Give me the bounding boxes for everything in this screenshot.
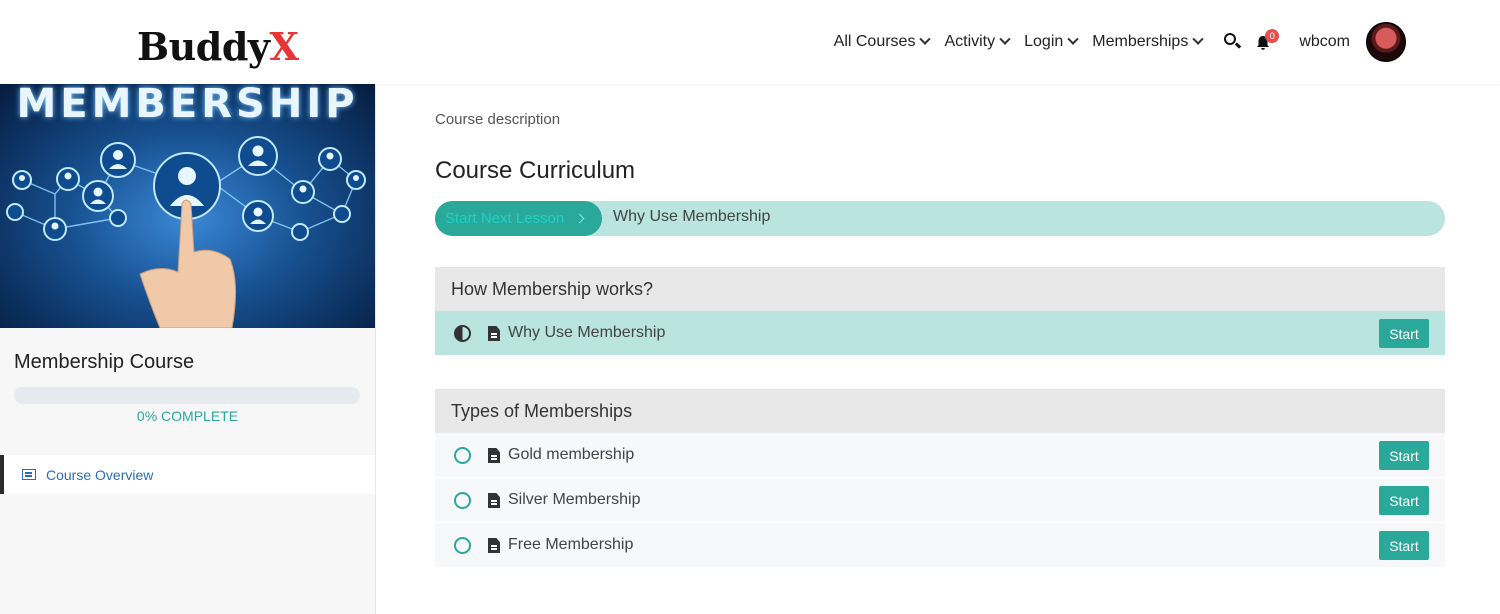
lesson-title[interactable]: Gold membership (508, 446, 634, 464)
next-lesson-bar: Start Next Lesson Why Use Membership (435, 201, 1445, 236)
start-button[interactable]: Start (1379, 441, 1429, 470)
avatar[interactable] (1366, 22, 1406, 62)
start-button[interactable]: Start (1379, 531, 1429, 560)
progress-label: 0% COMPLETE (136, 408, 239, 424)
main-nav: All Courses Activity Login Memberships 0… (834, 0, 1500, 84)
course-title: Membership Course (14, 351, 195, 373)
course-sidebar: MEMBERSHIP Membership Course 0% COMPLETE… (0, 84, 376, 614)
search-icon[interactable] (1223, 32, 1243, 52)
cover-title: MEMBERSHIP (16, 84, 359, 127)
course-overview-link[interactable]: Course Overview (0, 455, 375, 494)
document-icon (488, 326, 500, 341)
chevron-right-icon (574, 213, 585, 224)
nav-login[interactable]: Login (1024, 33, 1079, 51)
progress-bar (14, 387, 360, 404)
curriculum-section: How Membership works? Why Use Membership… (435, 267, 1445, 356)
notification-badge: 0 (1265, 29, 1280, 43)
lesson-row[interactable]: Gold membership Start (435, 433, 1445, 478)
document-icon (488, 493, 500, 508)
curriculum-section: Types of Memberships Gold membership Sta… (435, 389, 1445, 568)
lesson-row[interactable]: Why Use Membership Start (435, 311, 1445, 356)
document-icon (488, 538, 500, 553)
site-header: BuddyX All Courses Activity Login Member… (0, 0, 1500, 84)
section-title: Types of Memberships (435, 389, 1445, 433)
lesson-title[interactable]: Silver Membership (508, 491, 640, 509)
site-logo[interactable]: BuddyX (137, 24, 299, 70)
not-started-icon (454, 492, 471, 509)
course-cover-image: MEMBERSHIP (0, 84, 375, 328)
next-lesson-title: Why Use Membership (613, 208, 771, 225)
notification-bell-icon[interactable]: 0 (1255, 29, 1280, 53)
username[interactable]: wbcom (1299, 33, 1350, 51)
document-icon (488, 448, 500, 463)
lesson-title[interactable]: Free Membership (508, 536, 633, 554)
nav-all-courses[interactable]: All Courses (834, 33, 932, 51)
section-title: How Membership works? (435, 267, 1445, 311)
not-started-icon (454, 447, 471, 464)
chevron-down-icon (1067, 33, 1079, 45)
chevron-down-icon (999, 33, 1011, 45)
start-next-lesson-button[interactable]: Start Next Lesson (435, 201, 602, 236)
not-started-icon (454, 537, 471, 554)
lesson-row[interactable]: Silver Membership Start (435, 478, 1445, 523)
chevron-down-icon (919, 33, 932, 45)
overview-icon (22, 469, 36, 480)
chevron-down-icon (1192, 33, 1204, 45)
nav-memberships[interactable]: Memberships (1092, 33, 1204, 51)
in-progress-icon (454, 325, 471, 342)
lesson-row[interactable]: Free Membership Start (435, 523, 1445, 568)
course-overview-label: Course Overview (46, 466, 154, 483)
start-button[interactable]: Start (1379, 319, 1429, 348)
start-button[interactable]: Start (1379, 486, 1429, 515)
curriculum-title: Course Curriculum (435, 157, 636, 184)
course-description: Course description (435, 111, 561, 128)
lesson-title[interactable]: Why Use Membership (508, 324, 665, 342)
nav-activity[interactable]: Activity (944, 33, 1011, 51)
